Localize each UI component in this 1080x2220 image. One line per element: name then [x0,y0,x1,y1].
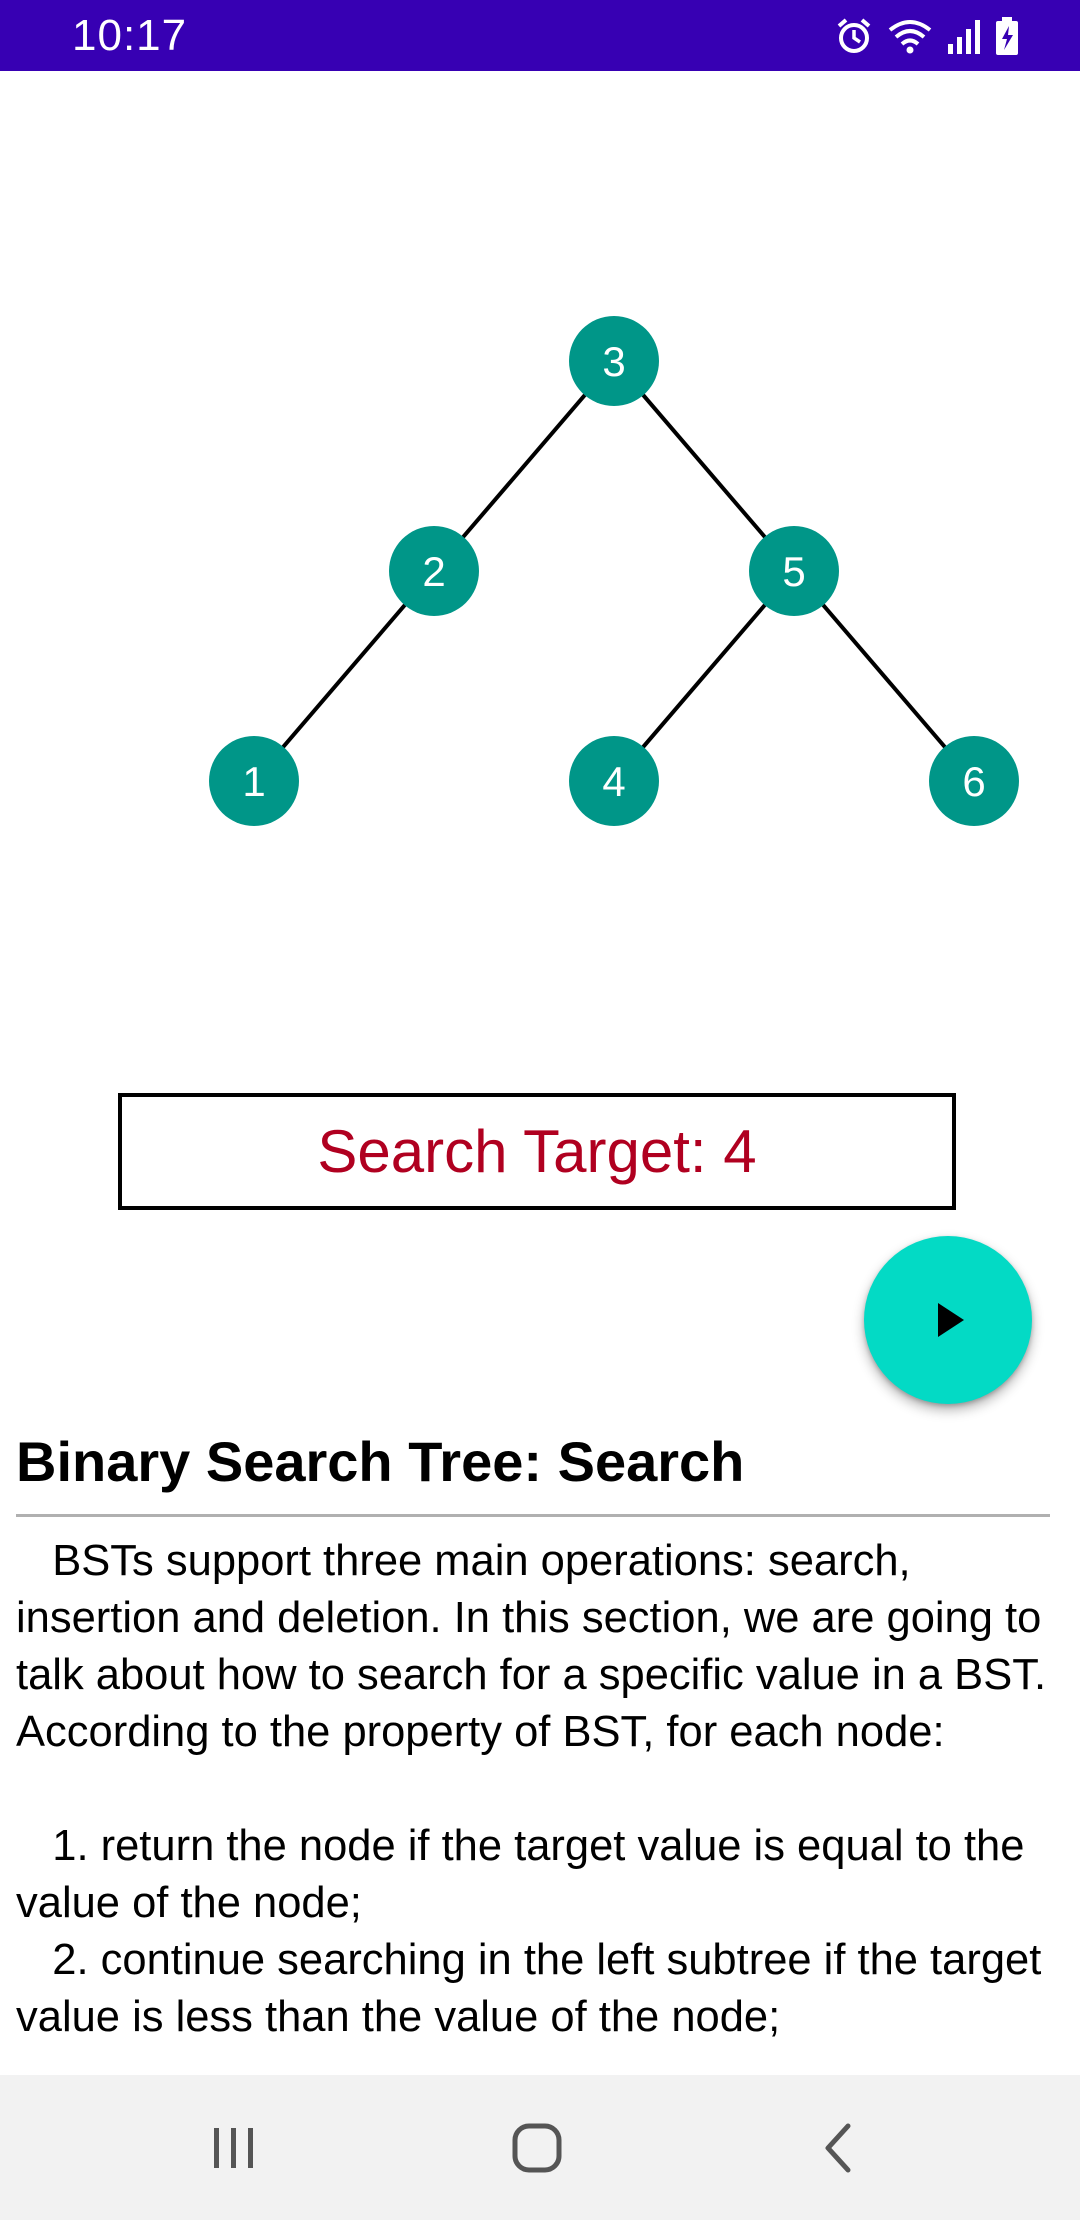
bst-diagram: 3 2 5 1 4 6 [209,316,1019,826]
play-icon [938,1303,964,1337]
tree-node-4: 4 [569,736,659,826]
back-button[interactable] [760,2075,920,2220]
tree-node-label: 5 [782,548,805,595]
recent-apps-icon [214,2127,253,2168]
status-icons [834,14,1020,58]
signal-icon [946,16,982,56]
lesson-content: Binary Search Tree: Search BSTs support … [16,1420,1050,2075]
tree-node-label: 1 [242,758,265,805]
status-time: 10:17 [72,11,188,60]
alarm-icon [834,16,874,56]
navigation-bar [0,2075,1080,2220]
tree-node-label: 2 [422,548,445,595]
wifi-icon [886,16,934,56]
battery-charging-icon [994,16,1020,56]
back-icon [825,2123,851,2172]
home-button[interactable] [457,2075,617,2220]
lesson-body: BSTs support three main operations: sear… [16,1537,1047,2041]
tree-node-label: 6 [962,758,985,805]
tree-node-2: 2 [389,526,479,616]
tree-node-label: 3 [602,338,625,385]
divider [16,1514,1050,1517]
tree-node-label: 4 [602,758,625,805]
tree-node-3: 3 [569,316,659,406]
tree-node-5: 5 [749,526,839,616]
tree-node-6: 6 [929,736,1019,826]
lesson-title: Binary Search Tree: Search [16,1430,745,1493]
search-target-label: Search Target: 4 [118,1093,956,1210]
play-button[interactable] [864,1236,1032,1404]
status-bar: 10:17 [0,0,1080,71]
home-icon [512,2123,562,2172]
tree-node-1: 1 [209,736,299,826]
recent-apps-button[interactable] [154,2075,314,2220]
bst-visualization: 3 2 5 1 4 6 [0,71,1080,1031]
